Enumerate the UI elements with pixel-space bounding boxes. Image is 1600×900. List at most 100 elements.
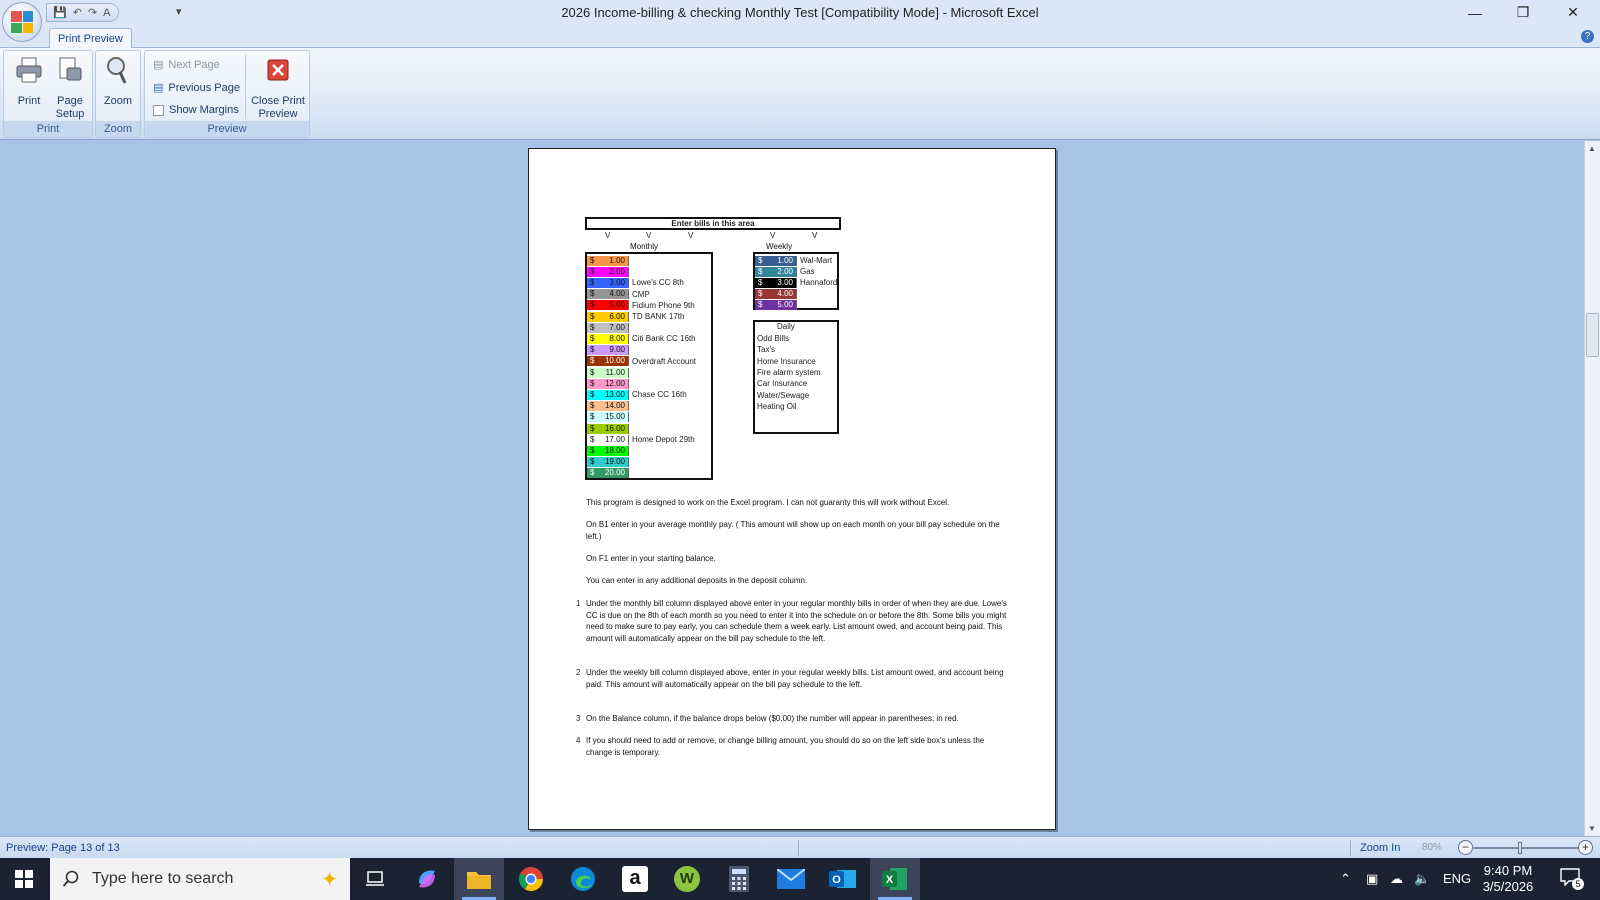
help-icon[interactable]: ?	[1581, 30, 1594, 43]
bill-amount: $2.00	[755, 266, 797, 277]
zoom-out-icon[interactable]: −	[1458, 840, 1473, 855]
print-group: Print Page Setup Print	[3, 50, 93, 138]
window-title: 2026 Income-billing & checking Monthly T…	[561, 5, 1039, 20]
show-margins-checkbox[interactable]: Show Margins	[153, 104, 239, 116]
outlook-icon[interactable]: O	[818, 858, 868, 900]
scroll-up-icon[interactable]: ▲	[1588, 144, 1596, 153]
bill-amount: $14.00	[587, 401, 629, 412]
bill-row: $16.00	[587, 423, 632, 434]
copilot-icon[interactable]	[402, 858, 452, 900]
daily-bill-item: Water/Sewage	[757, 390, 810, 400]
office-logo-icon	[11, 11, 33, 33]
tab-print-preview[interactable]: Print Preview	[49, 28, 132, 49]
zoom-button[interactable]: Zoom	[99, 55, 137, 108]
zoom-group: Zoom Zoom	[95, 50, 141, 138]
file-explorer-icon[interactable]	[454, 858, 504, 900]
bill-row: $19.00	[587, 457, 632, 468]
page-setup-icon	[59, 57, 82, 81]
currency-symbol: $	[758, 255, 763, 265]
device-icon[interactable]: ▣	[1366, 871, 1378, 887]
chrome-icon[interactable]	[506, 858, 556, 900]
bill-row: $3.00 Hannaford	[755, 277, 837, 288]
v-mark: V	[605, 231, 611, 240]
bill-row: $2.00	[587, 266, 632, 277]
zoom-level: 80%	[1422, 842, 1443, 853]
bill-amount: $3.00	[755, 277, 797, 288]
clock-time: 9:40 PM	[1483, 863, 1533, 878]
bill-label: Overdraft Account	[632, 356, 697, 366]
calculator-icon[interactable]	[714, 858, 764, 900]
amount-value: 4.00	[777, 289, 793, 299]
bill-label: Gas	[800, 267, 815, 277]
show-margins-label: Show Margins	[169, 104, 239, 116]
weekly-bills-box: $1.00 Wal-Mart $2.00 Gas $3.00 Hannaford $4.00…	[753, 252, 839, 311]
instruction-number: 2	[576, 668, 581, 677]
bill-amount: $19.00	[587, 457, 629, 468]
currency-symbol: $	[758, 266, 763, 276]
clock[interactable]: 9:40 PM 3/5/2026	[1460, 863, 1556, 895]
next-page-button[interactable]: ▤ Next Page	[153, 58, 220, 72]
zoom-in-icon[interactable]: +	[1578, 840, 1593, 855]
amount-value: 15.00	[604, 412, 625, 422]
amount-value: 14.00	[604, 401, 625, 411]
taskbar-search-box[interactable]: Type here to search ✦	[50, 858, 350, 900]
start-button[interactable]	[0, 858, 48, 900]
zoom-in-button[interactable]: Zoom In	[1360, 842, 1400, 854]
close-print-preview-button[interactable]: Close Print Preview	[249, 55, 307, 121]
zoom-slider[interactable]	[1472, 847, 1584, 849]
scrollbar-thumb[interactable]	[1586, 313, 1599, 357]
currency-symbol: $	[590, 378, 595, 388]
bill-amount: $9.00	[587, 345, 629, 356]
next-page-icon: ▤	[153, 59, 164, 71]
bill-amount: $13.00	[587, 389, 629, 400]
instruction-item: Under the monthly bill column displayed …	[586, 599, 1007, 643]
restore-button[interactable]: ❐	[1500, 0, 1546, 25]
notification-icon[interactable]: 5	[1560, 868, 1584, 890]
bill-row: $1.00	[587, 255, 632, 266]
excel-icon[interactable]: X	[870, 858, 920, 900]
cloud-icon[interactable]: ☁	[1390, 871, 1403, 887]
bill-row: $3.00 Lowe's CC 8th	[587, 277, 684, 288]
daily-bills-box: Daily Odd Bills Tax's Home Insurance Fire a…	[753, 320, 839, 434]
word-game-icon[interactable]: W	[662, 858, 712, 900]
bill-label: Hannaford	[800, 278, 838, 288]
bill-row: $2.00 Gas	[755, 266, 815, 277]
ribbon-tab-strip: Print Preview ?	[0, 25, 1600, 49]
amount-value: 3.00	[777, 277, 793, 287]
currency-symbol: $	[590, 412, 595, 422]
v-mark: V	[646, 231, 652, 240]
edge-icon[interactable]	[558, 858, 608, 900]
bill-row: $11.00	[587, 367, 632, 378]
print-button[interactable]: Print	[9, 55, 49, 108]
instruction-paragraph: On B1 enter in your average monthly pay.…	[586, 520, 1000, 541]
bill-row: $4.00	[755, 289, 800, 300]
chevron-up-icon[interactable]: ⌃	[1340, 871, 1351, 887]
close-preview-label-2: Preview	[258, 108, 298, 120]
bill-row: $5.00 Fidium Phone 9th	[587, 300, 695, 311]
amount-value: 12.00	[604, 378, 625, 388]
mail-icon[interactable]	[766, 858, 816, 900]
instruction-paragraph: This program is designed to work on the …	[586, 498, 950, 507]
bill-row: $8.00 Citi Bank CC 16th	[587, 333, 696, 344]
task-view-icon[interactable]	[350, 858, 400, 900]
bill-label: CMP	[632, 289, 650, 299]
amount-value: 19.00	[604, 457, 625, 467]
status-divider	[1350, 840, 1351, 856]
close-button[interactable]: ✕	[1550, 0, 1596, 25]
sparkle-icon: ✦	[321, 868, 338, 891]
previous-page-button[interactable]: ▤ Previous Page	[153, 81, 240, 95]
minimize-button[interactable]: —	[1452, 0, 1498, 25]
bill-label: Home Depot 29th	[632, 435, 695, 445]
page-setup-button[interactable]: Page Setup	[50, 55, 90, 121]
notification-count: 5	[1572, 878, 1584, 890]
amount-value: 7.00	[609, 322, 625, 332]
office-button[interactable]	[2, 2, 42, 42]
scroll-down-icon[interactable]: ▼	[1588, 824, 1596, 833]
amazon-icon[interactable]: a	[610, 858, 660, 900]
volume-icon[interactable]: 🔈	[1414, 871, 1430, 887]
bill-amount: $4.00	[755, 289, 797, 300]
vertical-scrollbar[interactable]: ▲ ▼	[1584, 141, 1600, 836]
daily-bill-item: Odd Bills	[757, 334, 790, 343]
currency-symbol: $	[590, 468, 595, 478]
zoom-slider-knob[interactable]	[1518, 842, 1522, 854]
